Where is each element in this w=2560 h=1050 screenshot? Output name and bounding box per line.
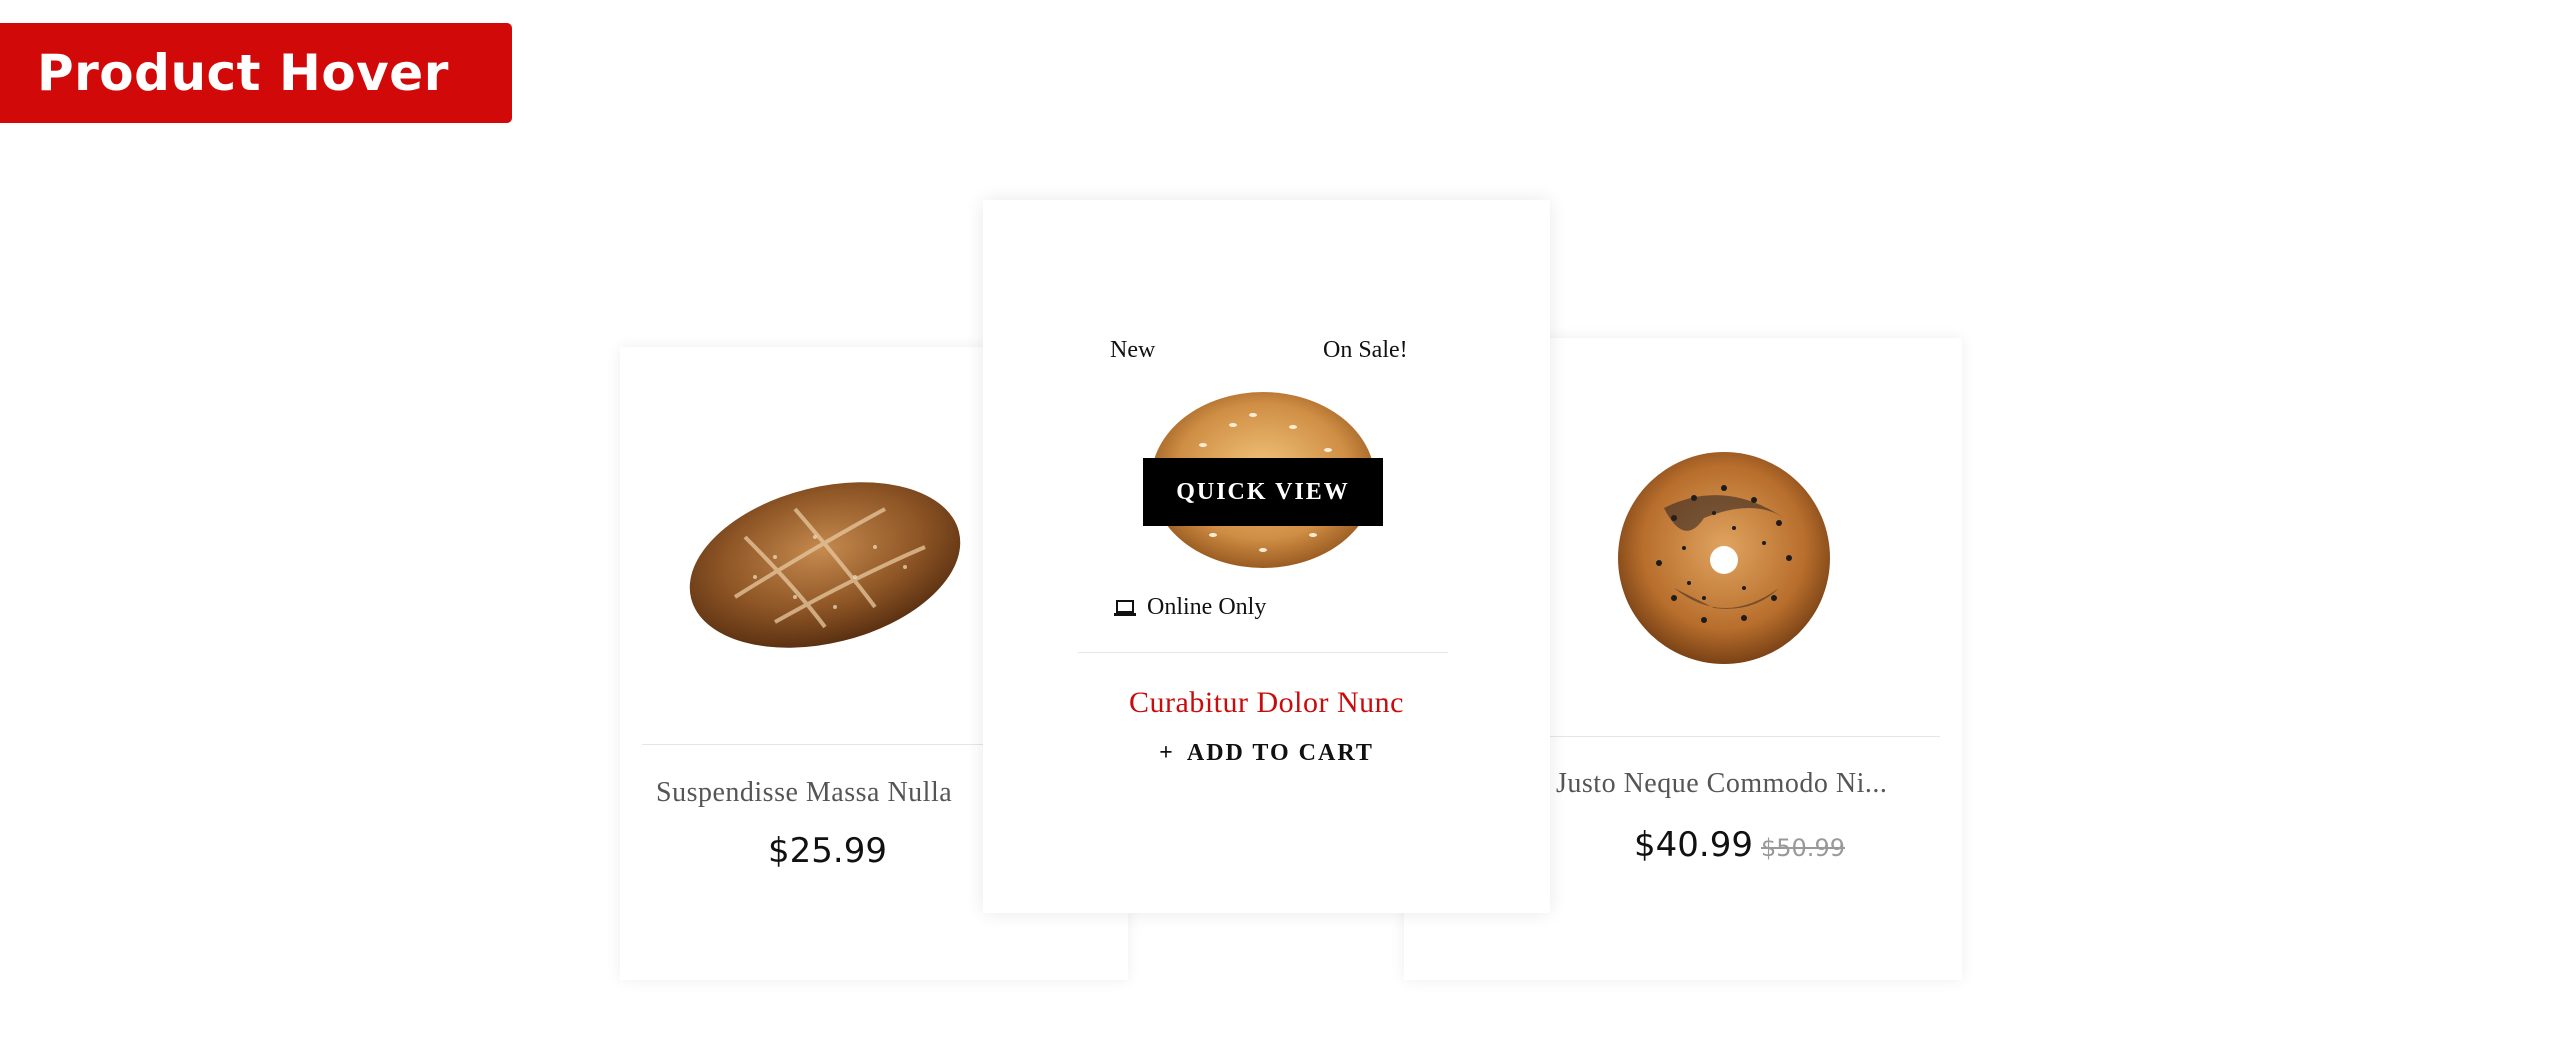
product-old-price: $50.99 — [1761, 834, 1845, 862]
product-price: $40.99 — [1634, 825, 1753, 865]
quick-view-button[interactable]: QUICK VIEW — [1143, 458, 1383, 526]
plus-icon: + — [1159, 740, 1175, 766]
page-title-banner: Product Hover — [0, 23, 512, 123]
card-divider — [1078, 652, 1448, 653]
laptop-icon — [1114, 599, 1136, 616]
add-to-cart-label: ADD TO CART — [1186, 740, 1374, 766]
add-to-cart-button[interactable]: + ADD TO CART — [983, 740, 1550, 767]
bread-loaf-image[interactable] — [675, 457, 975, 657]
product-name[interactable]: Curabitur Dolor Nunc — [983, 686, 1550, 720]
new-badge: New — [1110, 337, 1156, 363]
online-only-label: Online Only — [1147, 594, 1267, 620]
poppy-seed-bagel-image[interactable] — [1604, 438, 1844, 678]
sale-badge: On Sale! — [1323, 337, 1408, 363]
online-only-flag: Online Only — [1113, 594, 1266, 621]
product-name[interactable]: Justo Neque Commodo Ni... — [1556, 768, 1946, 800]
product-card-2-hovered[interactable]: New On Sale! QUICK VIEW Online Only Cura — [983, 200, 1550, 913]
page-title: Product Hover — [37, 44, 449, 102]
product-price: $25.99 — [768, 831, 887, 871]
